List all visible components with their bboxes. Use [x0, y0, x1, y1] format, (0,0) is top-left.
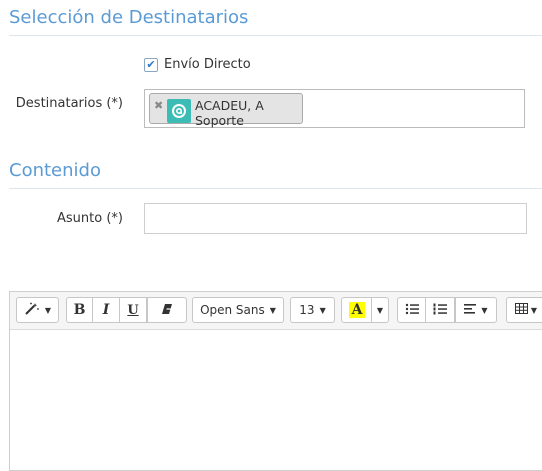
unordered-list-button[interactable] — [397, 297, 427, 323]
align-left-icon — [464, 303, 477, 317]
font-family-dropdown[interactable]: Open Sans ▼ — [192, 297, 284, 323]
recipient-chip-label: ACADEU, A Soporte — [195, 98, 264, 128]
rich-text-editor[interactable]: ▼ B I U Open Sans ▼ 13 ▼ A ▼ ▼ ▼ — [9, 291, 542, 471]
underline-button[interactable]: U — [119, 297, 147, 323]
recipients-field[interactable]: ✖ ACADEU, A Soporte — [144, 89, 525, 128]
table-dropdown[interactable]: ▼ — [506, 297, 542, 323]
direct-send-checkbox[interactable]: ✔ — [144, 57, 158, 72]
highlight-caret-icon: ▼ — [376, 305, 384, 315]
content-section-title: Contenido — [9, 160, 101, 181]
ordered-list-button[interactable] — [425, 297, 455, 323]
recipient-avatar-icon — [167, 99, 191, 123]
bold-button[interactable]: B — [66, 297, 93, 323]
font-size-caret-icon: ▼ — [319, 305, 326, 315]
clear-format-button[interactable] — [147, 297, 187, 323]
numbered-list-icon — [433, 303, 447, 318]
align-caret-icon: ▼ — [481, 305, 488, 315]
bullet-list-icon — [405, 303, 419, 318]
font-family-caret-icon: ▼ — [269, 305, 276, 315]
subject-label: Asunto (*) — [57, 211, 123, 226]
magic-wand-icon — [24, 302, 40, 319]
editor-toolbar: ▼ B I U Open Sans ▼ 13 ▼ A ▼ ▼ ▼ — [10, 292, 542, 330]
content-section-divider — [9, 188, 542, 189]
highlight-color-icon: A — [348, 302, 366, 318]
highlight-color-button[interactable]: A — [341, 297, 373, 323]
underline-icon: U — [127, 302, 139, 318]
subject-input[interactable] — [144, 203, 527, 234]
table-caret-icon: ▼ — [530, 305, 538, 315]
remove-recipient-icon[interactable]: ✖ — [154, 99, 163, 112]
recipients-label: Destinatarios (*) — [15, 96, 123, 111]
font-family-value: Open Sans — [200, 303, 265, 317]
italic-icon: I — [102, 302, 110, 318]
highlight-color-dropdown[interactable]: ▼ — [371, 297, 389, 323]
direct-send-label: Envío Directo — [164, 57, 251, 72]
font-size-value: 13 — [299, 303, 315, 317]
eraser-icon — [160, 303, 174, 318]
style-caret-icon: ▼ — [44, 305, 52, 315]
recipients-section-title: Selección de Destinatarios — [9, 7, 249, 28]
style-button[interactable]: ▼ — [16, 297, 59, 323]
bold-icon: B — [73, 302, 86, 318]
paragraph-align-dropdown[interactable]: ▼ — [455, 297, 497, 323]
recipient-chip: ✖ ACADEU, A Soporte — [149, 93, 303, 128]
italic-button[interactable]: I — [92, 297, 120, 323]
editor-content-area[interactable] — [10, 330, 542, 470]
recipients-section-divider — [9, 35, 542, 36]
table-icon — [514, 303, 528, 317]
font-size-dropdown[interactable]: 13 ▼ — [290, 297, 335, 323]
direct-send-option[interactable]: ✔ Envío Directo — [144, 57, 251, 72]
